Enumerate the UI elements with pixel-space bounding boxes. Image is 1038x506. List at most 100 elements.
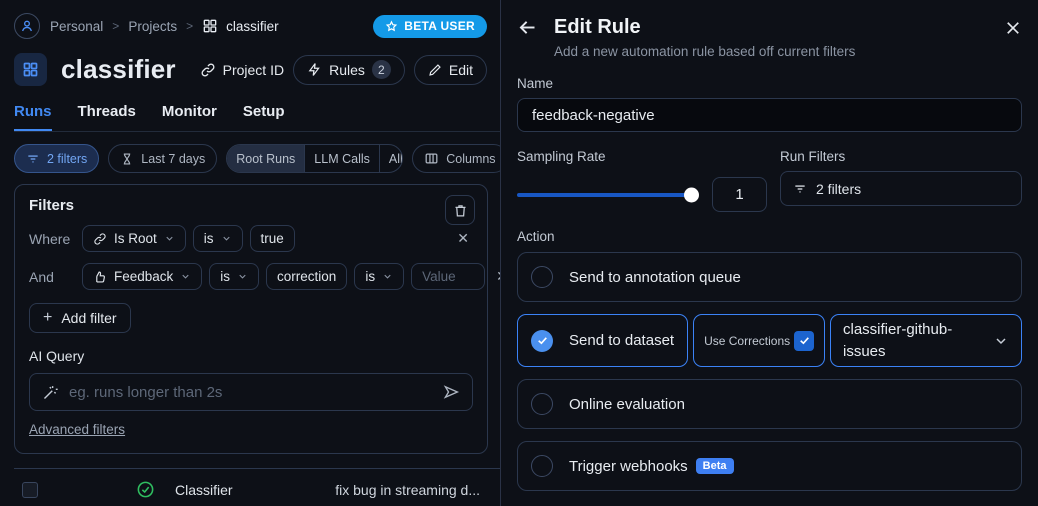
hourglass-icon — [120, 152, 134, 166]
sampling-rate-label: Sampling Rate — [517, 149, 767, 164]
action-label: Action — [517, 229, 1022, 244]
tab-setup[interactable]: Setup — [243, 103, 285, 131]
edit-button[interactable]: Edit — [414, 55, 487, 85]
app-window: Personal > Projects > classifier BETA US… — [0, 0, 1038, 506]
use-corrections-label: Use Corrections — [704, 334, 790, 348]
breadcrumb-account[interactable]: Personal — [50, 19, 103, 34]
filter-value[interactable]: true — [250, 225, 295, 252]
close-icon — [1004, 19, 1022, 37]
trash-icon — [453, 203, 468, 218]
clear-filters-button[interactable] — [445, 195, 475, 225]
segment-all-runs[interactable]: All Runs — [379, 145, 403, 172]
rule-name-input[interactable] — [517, 98, 1022, 132]
remove-filter-icon[interactable]: ✕ — [453, 228, 473, 249]
radio-unselected-icon[interactable] — [531, 455, 553, 477]
radio-unselected-icon[interactable] — [531, 393, 553, 415]
filter-conjunction: And — [29, 269, 75, 285]
filter-conjunction: Where — [29, 231, 75, 247]
chevron-down-icon — [164, 233, 175, 244]
name-label: Name — [517, 76, 1022, 91]
avatar[interactable] — [14, 13, 40, 39]
run-filters-button[interactable]: 2 filters — [780, 171, 1022, 206]
thumbs-up-icon — [93, 270, 107, 284]
drawer-header: Edit Rule — [517, 16, 1022, 39]
check-icon — [536, 334, 549, 347]
chevron-down-icon — [382, 271, 393, 282]
edit-rule-drawer: Edit Rule Add a new automation rule base… — [501, 0, 1038, 506]
option-send-to-dataset-row: Send to dataset Use Corrections classifi… — [517, 314, 1022, 367]
chevron-down-icon — [993, 333, 1009, 349]
send-icon — [442, 383, 460, 401]
star-icon — [385, 20, 398, 33]
link-icon — [200, 62, 216, 78]
beta-badge: Beta — [696, 458, 734, 474]
slider-handle[interactable] — [684, 187, 699, 202]
filter-icon — [26, 152, 40, 166]
magic-wand-icon — [42, 384, 59, 401]
option-trigger-webhooks[interactable]: Trigger webhooks Beta — [517, 441, 1022, 491]
breadcrumb: Personal > Projects > classifier BETA US… — [14, 13, 500, 39]
filter-operator-dropdown[interactable]: is — [193, 225, 243, 252]
ai-query-input[interactable] — [69, 384, 432, 401]
tab-monitor[interactable]: Monitor — [162, 103, 217, 131]
project-panel: Personal > Projects > classifier BETA US… — [0, 0, 501, 506]
breadcrumb-project[interactable]: classifier — [202, 18, 279, 34]
drawer-title: Edit Rule — [554, 16, 641, 39]
submit-ai-query-icon[interactable] — [442, 383, 460, 401]
filters-panel: Filters Where Is Root is true ✕ A — [14, 184, 488, 454]
filter-icon — [793, 182, 807, 196]
dataset-select[interactable]: classifier-github-issues — [830, 314, 1022, 367]
filter-operator-dropdown[interactable]: is — [209, 263, 259, 290]
project-id-button[interactable]: Project ID — [200, 62, 284, 78]
columns-icon — [424, 151, 439, 166]
filter-toolbar: 2 filters Last 7 days Root Runs LLM Call… — [14, 144, 500, 173]
filter-row-feedback: And Feedback is correction is ✕ — [29, 263, 473, 290]
option-online-evaluation[interactable]: Online evaluation — [517, 379, 1022, 429]
tab-runs[interactable]: Runs — [14, 103, 52, 131]
breadcrumb-projects[interactable]: Projects — [128, 19, 177, 34]
filter-operator2-dropdown[interactable]: is — [354, 263, 404, 290]
remove-filter-icon[interactable]: ✕ — [492, 266, 501, 287]
option-send-to-dataset[interactable]: Send to dataset — [517, 314, 688, 367]
filters-count-button[interactable]: 2 filters — [14, 144, 99, 173]
filter-value[interactable]: correction — [266, 263, 347, 290]
columns-button[interactable]: Columns — [412, 144, 501, 173]
use-corrections-checkbox[interactable] — [794, 331, 814, 351]
pencil-icon — [428, 63, 442, 77]
run-name: Classifier — [175, 482, 233, 498]
drawer-subtitle: Add a new automation rule based off curr… — [554, 44, 1022, 59]
rules-button[interactable]: Rules 2 — [293, 55, 405, 85]
option-send-to-annotation-queue[interactable]: Send to annotation queue — [517, 252, 1022, 302]
sampling-rate-value: 1 — [712, 177, 767, 212]
row-checkbox[interactable] — [22, 482, 38, 498]
sampling-rate-slider[interactable] — [517, 193, 697, 197]
segment-llm-calls[interactable]: LLM Calls — [304, 145, 379, 172]
filter-row-is-root: Where Is Root is true ✕ — [29, 225, 473, 252]
tab-bar: Runs Threads Monitor Setup — [14, 103, 500, 132]
chevron-right-icon: > — [112, 19, 119, 33]
grid-icon — [202, 18, 218, 34]
filter-value-input[interactable] — [411, 263, 485, 290]
link-icon — [93, 232, 107, 246]
tab-threads[interactable]: Threads — [78, 103, 136, 131]
person-icon — [19, 18, 35, 34]
close-button[interactable] — [1004, 19, 1022, 37]
back-button[interactable] — [517, 17, 538, 38]
time-range-button[interactable]: Last 7 days — [108, 144, 217, 173]
run-filters-label: Run Filters — [780, 149, 1022, 164]
add-filter-button[interactable]: + Add filter — [29, 303, 131, 333]
filter-field-dropdown[interactable]: Is Root — [82, 225, 186, 252]
beta-user-badge: BETA USER — [373, 15, 487, 38]
use-corrections-group: Use Corrections — [693, 314, 825, 367]
table-row[interactable]: Classifier fix bug in streaming d... — [14, 469, 500, 506]
rules-count-badge: 2 — [372, 60, 391, 79]
chevron-down-icon — [180, 271, 191, 282]
radio-unselected-icon[interactable] — [531, 266, 553, 288]
filter-field-dropdown[interactable]: Feedback — [82, 263, 202, 290]
segment-root-runs[interactable]: Root Runs — [227, 145, 304, 172]
run-type-segmented-control: Root Runs LLM Calls All Runs — [226, 144, 403, 173]
radio-selected-icon[interactable] — [531, 330, 553, 352]
filters-panel-title: Filters — [29, 197, 473, 214]
page-title: classifier — [61, 54, 176, 85]
advanced-filters-link[interactable]: Advanced filters — [29, 422, 125, 437]
